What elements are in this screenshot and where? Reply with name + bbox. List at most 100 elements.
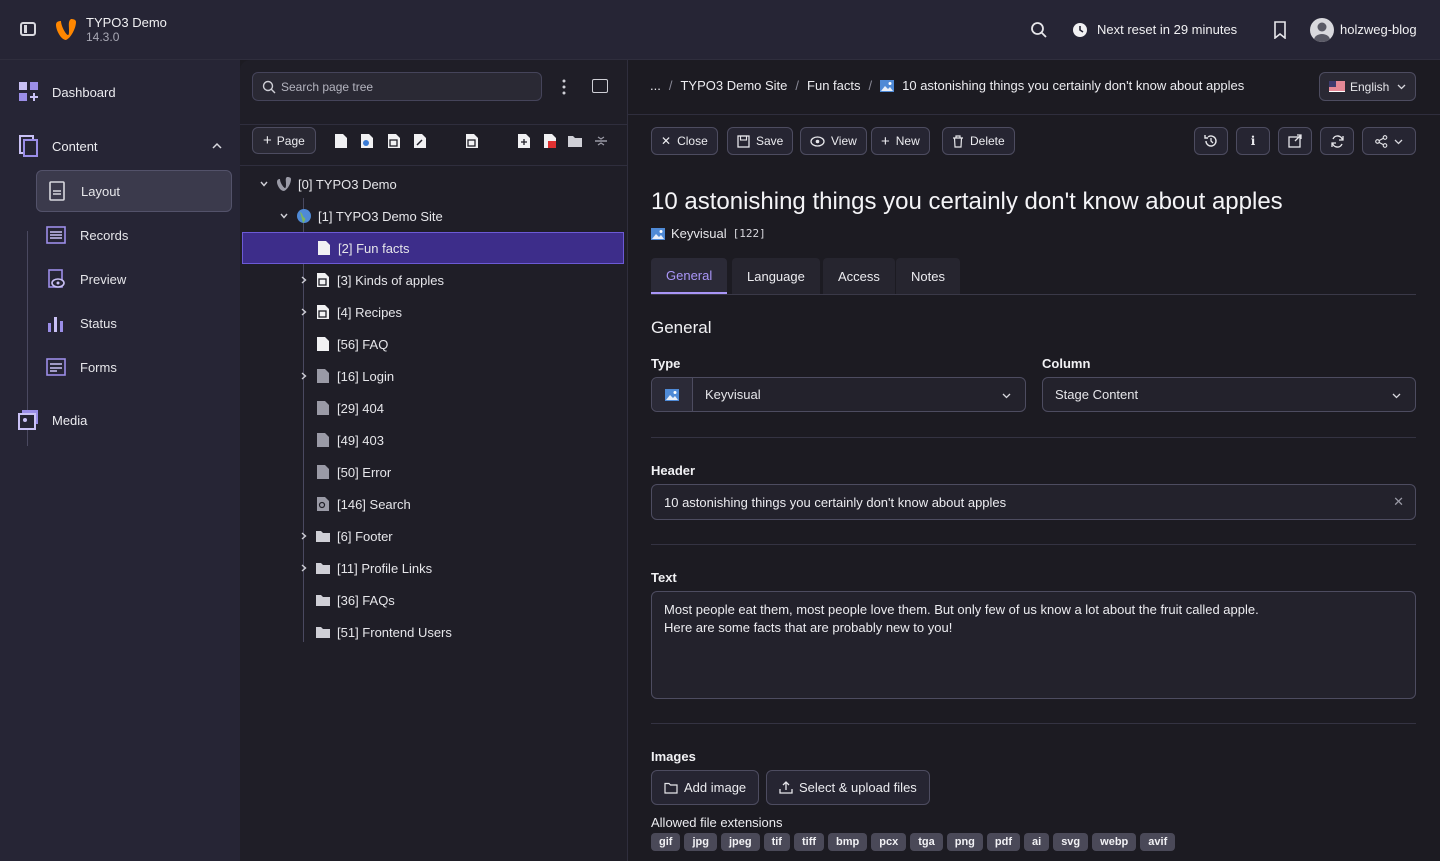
module-media-label: Media [52,412,88,428]
info-button[interactable]: i [1236,127,1270,155]
more-options-icon[interactable] [560,79,568,95]
folder-icon [664,782,678,794]
username[interactable]: holzweg-blog [1340,22,1417,37]
chevron-down-icon[interactable] [279,211,289,221]
typo3-logo-icon[interactable] [55,16,77,42]
open-new-window-button[interactable] [1278,127,1312,155]
tree-node[interactable]: [36] FAQs [242,584,624,616]
page-type-folder-link-icon[interactable] [517,133,531,149]
header-input[interactable]: 10 astonishing things you certainly don'… [651,484,1416,520]
chevron-right-icon[interactable] [299,275,309,285]
clear-icon[interactable]: ✕ [1393,494,1404,510]
chevron-right-icon[interactable] [299,307,309,317]
tab-notes[interactable]: Notes [896,258,960,294]
dashboard-icon [18,81,40,103]
eye-icon [810,135,825,147]
extension-badge: tif [763,833,790,851]
chevron-right-icon[interactable] [299,563,309,573]
close-button[interactable]: ✕ Close [651,127,718,155]
chevron-up-icon[interactable] [211,141,223,151]
submodule-records-label: Records [80,227,129,243]
save-button[interactable]: Save [727,127,794,155]
breadcrumb-item[interactable]: TYPO3 Demo Site [680,78,787,93]
text-textarea[interactable]: Most people eat them, most people love t… [651,591,1416,699]
new-button[interactable]: + New [871,127,930,155]
tree-node[interactable]: [146] Search [242,488,624,520]
tab-language[interactable]: Language [732,258,820,294]
tree-search-box[interactable] [252,72,542,101]
chevron-down-icon [1002,393,1011,399]
language-selector[interactable]: English [1319,72,1416,101]
sidebar-toggle-icon[interactable] [20,22,36,36]
chevron-right-icon[interactable] [299,371,309,381]
breadcrumb-ellipsis[interactable]: ... [650,78,661,93]
page-icon [317,273,329,287]
type-select[interactable]: Keyvisual [651,377,1026,412]
tree-node[interactable]: [51] Frontend Users [242,616,624,648]
extension-badge: tiff [793,833,825,851]
tab-general[interactable]: General [651,258,728,294]
page-icon [318,241,330,255]
chevron-right-icon[interactable] [299,531,309,541]
tree-node[interactable]: [56] FAQ [242,328,624,360]
module-media[interactable]: Media [18,409,87,431]
plus-icon: + [263,132,272,149]
submodule-status[interactable]: Status [36,302,232,344]
tree-node[interactable]: [11] Profile Links [242,552,624,584]
page-type-mountpoint-icon[interactable] [465,133,479,149]
breadcrumb-item[interactable]: Fun facts [807,78,860,93]
new-page-button[interactable]: + Page [252,127,316,154]
text-label: Text [651,570,677,585]
page-type-folder-icon[interactable] [567,133,583,149]
module-dashboard[interactable]: Dashboard [18,81,116,103]
submodule-forms[interactable]: Forms [36,346,232,388]
tree-node[interactable]: [4] Recipes [242,296,624,328]
share-button[interactable] [1362,127,1416,155]
page-type-spacer-icon[interactable] [594,133,608,149]
keyvisual-icon [651,227,665,240]
history-button[interactable] [1194,127,1228,155]
column-select[interactable]: Stage Content [1042,377,1416,412]
share-icon [1375,134,1388,148]
extension-badge: svg [1053,833,1089,851]
brand-name: TYPO3 Demo [86,15,167,30]
delete-button[interactable]: Delete [942,127,1015,155]
tree-node[interactable]: [3] Kinds of apples [242,264,624,296]
tree-node-selected[interactable]: [2] Fun facts [242,232,624,264]
submodule-layout[interactable]: Layout [36,170,232,212]
submodule-preview[interactable]: Preview [36,258,232,300]
submodule-records[interactable]: Records [36,214,232,256]
tree-node[interactable]: [1] TYPO3 Demo Site [242,200,624,232]
module-content[interactable]: Content [18,135,223,157]
search-icon[interactable] [1030,21,1048,39]
tree-node[interactable]: [50] Error [242,456,624,488]
tree-node[interactable]: [0] TYPO3 Demo [242,168,624,200]
tree-search-input[interactable] [281,78,531,96]
folder-icon [316,531,330,542]
page-hidden-icon [317,401,329,415]
view-button[interactable]: View [800,127,867,155]
tree-node-label: [16] Login [337,368,395,384]
page-type-recycler-icon[interactable] [543,133,557,149]
tab-access[interactable]: Access [823,258,895,294]
tree-node[interactable]: [29] 404 [242,392,624,424]
chevron-down-icon[interactable] [259,179,269,189]
tree-node[interactable]: [6] Footer [242,520,624,552]
reload-button[interactable] [1320,127,1354,155]
page-type-standard-icon[interactable] [334,133,348,149]
avatar[interactable] [1310,18,1334,42]
bookmark-icon[interactable] [1273,21,1287,39]
tree-node-label: [6] Footer [337,528,393,544]
divider [651,723,1416,724]
collapse-panel-icon[interactable] [592,79,608,93]
extension-badge: avif [1140,833,1176,851]
tree-node[interactable]: [49] 403 [242,424,624,456]
add-image-button[interactable]: Add image [651,770,760,805]
page-type-backend-icon[interactable] [360,133,374,149]
page-type-shortcut-icon[interactable] [413,133,427,149]
tree-node[interactable]: [16] Login [242,360,624,392]
page-type-link-icon[interactable] [387,133,401,149]
select-upload-button[interactable]: Select & upload files [766,770,930,805]
upload-icon [779,781,793,794]
tree-node-label: [146] Search [337,496,411,512]
